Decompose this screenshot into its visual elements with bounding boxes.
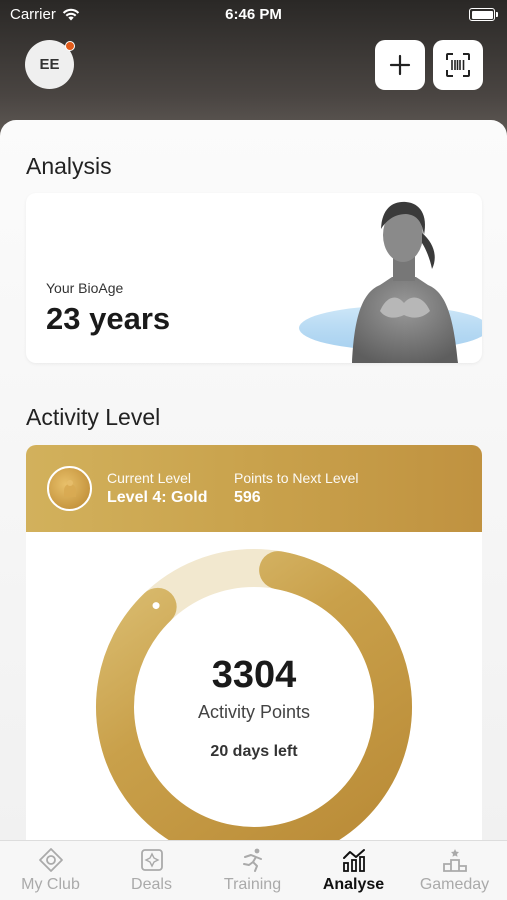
next-level-group: Points to Next Level 596 [234, 470, 359, 507]
next-level-value: 596 [234, 489, 261, 506]
tab-gameday[interactable]: Gameday [404, 847, 505, 894]
next-level-label: Points to Next Level [234, 470, 359, 486]
activity-points-value: 3304 [211, 654, 297, 696]
add-button[interactable] [375, 40, 425, 90]
activity-ring-area: 3304 Activity Points 20 days left [26, 532, 482, 845]
scan-button[interactable] [433, 40, 483, 90]
bioage-card[interactable]: Your BioAge 23 years [26, 193, 482, 363]
bioage-value: 23 years [46, 301, 171, 336]
tab-label: Analyse [322, 876, 385, 893]
status-time: 6:46 PM [225, 6, 282, 23]
activity-title: Activity Level [26, 404, 161, 430]
tab-label: Gameday [419, 876, 490, 893]
tab-bar: My Club Deals Training Analyse Gameday [0, 840, 507, 900]
avatar-initials: EE [39, 56, 60, 73]
level-badge-icon [47, 466, 92, 511]
chart-icon [342, 849, 365, 872]
tab-training[interactable]: Training [202, 847, 303, 894]
body-scan-figure [299, 201, 482, 363]
current-level-value: Level 4: Gold [107, 489, 208, 506]
activity-points-label: Activity Points [197, 702, 311, 722]
tab-deals[interactable]: Deals [101, 847, 202, 894]
activity-card[interactable]: Current Level Level 4: Gold Points to Ne… [26, 445, 482, 845]
tab-label: Deals [131, 876, 172, 893]
tab-analyse[interactable]: Analyse [303, 847, 404, 894]
tab-label: Training [223, 876, 282, 893]
tab-label: My Club [21, 876, 80, 893]
tab-my-club[interactable]: My Club [0, 847, 101, 894]
podium-icon [442, 849, 467, 872]
level-header: Current Level Level 4: Gold Points to Ne… [26, 445, 482, 532]
deals-icon [140, 849, 163, 871]
notification-dot [65, 41, 75, 51]
ring-end-dot [152, 602, 160, 610]
status-bar: Carrier 6:46 PM [0, 0, 507, 30]
battery-icon [469, 8, 498, 21]
target-icon [38, 848, 63, 872]
current-level-label: Current Level [107, 470, 192, 486]
barcode-scan-icon [446, 53, 470, 77]
plus-icon [389, 54, 411, 76]
bioage-label: Your BioAge [46, 280, 124, 296]
days-left-label: 20 days left [210, 743, 298, 760]
analysis-title: Analysis [26, 153, 112, 179]
current-level-group: Current Level Level 4: Gold [107, 470, 207, 507]
runner-icon [242, 848, 262, 872]
avatar[interactable]: EE [25, 40, 75, 89]
